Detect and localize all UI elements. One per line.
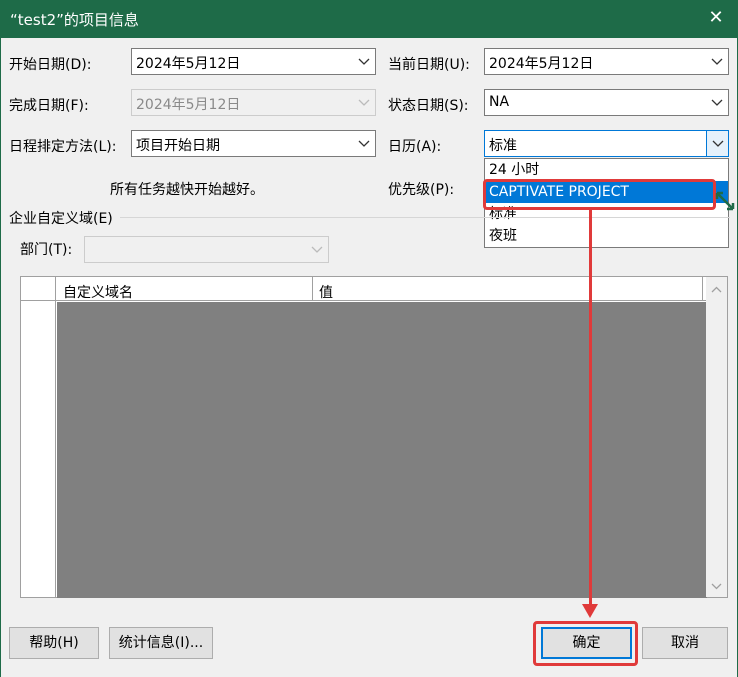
status-date-label: 状态日期(S): (388, 98, 469, 114)
help-button[interactable]: 帮助(H) (9, 627, 99, 659)
grid-corner[interactable] (21, 277, 56, 301)
custom-fields-group-label: 企业自定义域(E) (9, 211, 113, 227)
finish-date-combo: 2024年5月12日 (131, 89, 376, 116)
chevron-down-icon (353, 90, 375, 115)
close-icon[interactable]: ✕ (702, 4, 730, 32)
department-combo (84, 236, 329, 263)
finish-date-value: 2024年5月12日 (136, 97, 241, 113)
schedule-method-label: 日程排定方法(L): (9, 139, 117, 155)
calendar-option-24h[interactable]: 24 小时 (485, 159, 728, 181)
status-date-combo[interactable]: NA (484, 89, 729, 116)
schedule-method-value: 项目开始日期 (136, 138, 220, 154)
annotation-highlight-option (483, 179, 716, 210)
group-divider (120, 217, 730, 218)
start-date-combo[interactable]: 2024年5月12日 (131, 48, 376, 75)
calendar-combo[interactable]: 标准 (484, 130, 729, 157)
priority-label: 优先级(P): (388, 182, 455, 198)
statistics-button[interactable]: 统计信息(I)... (109, 627, 213, 659)
start-date-label: 开始日期(D): (9, 57, 92, 73)
grid-row-headers (21, 301, 56, 597)
finish-date-label: 完成日期(F): (9, 98, 89, 114)
schedule-method-combo[interactable]: 项目开始日期 (131, 130, 376, 157)
current-date-value: 2024年5月12日 (489, 56, 594, 72)
chevron-down-icon[interactable] (706, 90, 728, 115)
calendar-label: 日历(A): (388, 139, 442, 155)
custom-fields-grid[interactable]: 自定义域名 值 (20, 276, 728, 598)
resize-cursor-icon (715, 191, 735, 211)
schedule-hint: 所有任务越快开始越好。 (110, 182, 264, 198)
title-bar: “test2”的项目信息 ✕ (0, 0, 738, 38)
grid-header: 自定义域名 值 (21, 277, 707, 301)
annotation-arrow-head (582, 604, 598, 618)
status-date-value: NA (489, 94, 510, 110)
window-title: “test2”的项目信息 (10, 11, 139, 29)
department-label: 部门(T): (20, 242, 73, 258)
current-date-label: 当前日期(U): (388, 57, 470, 73)
scroll-down-icon[interactable] (711, 582, 722, 590)
calendar-value: 标准 (489, 138, 517, 154)
annotation-highlight-ok (533, 621, 638, 666)
chevron-down-icon (306, 237, 328, 262)
calendar-option-night-shift[interactable]: 夜班 (485, 225, 728, 247)
current-date-combo[interactable]: 2024年5月12日 (484, 48, 729, 75)
column-header-value[interactable]: 值 (314, 277, 703, 301)
chevron-down-icon[interactable] (706, 49, 728, 74)
column-header-field-name[interactable]: 自定义域名 (57, 277, 313, 301)
cancel-button[interactable]: 取消 (642, 627, 728, 659)
chevron-down-icon[interactable] (353, 49, 375, 74)
grid-scrollbar[interactable] (706, 277, 727, 597)
grid-body[interactable] (57, 302, 707, 598)
scroll-up-icon[interactable] (711, 286, 722, 294)
annotation-arrow-line (589, 210, 592, 610)
chevron-down-icon[interactable] (353, 131, 375, 156)
start-date-value: 2024年5月12日 (136, 56, 241, 72)
chevron-down-icon[interactable] (706, 131, 728, 156)
